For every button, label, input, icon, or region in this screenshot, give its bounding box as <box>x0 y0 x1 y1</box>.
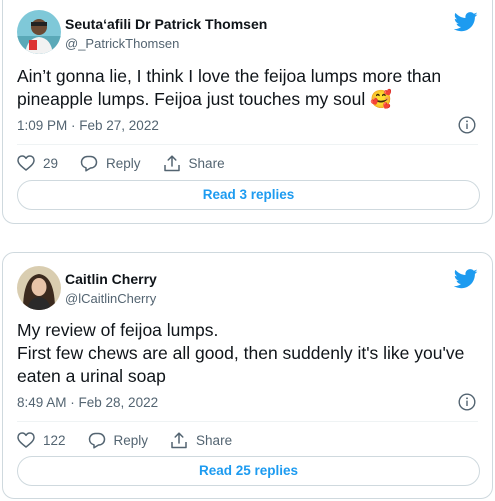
heart-icon <box>17 432 35 448</box>
author-handle[interactable]: @_PatrickThomsen <box>65 36 179 51</box>
tweet-text: Ain’t gonna lie, I think I love the feij… <box>17 66 442 109</box>
share-icon <box>163 154 180 171</box>
info-icon[interactable] <box>458 116 476 134</box>
reply-label: Reply <box>113 432 149 448</box>
read-replies-button[interactable]: Read 25 replies <box>17 456 480 486</box>
timestamp[interactable]: 1:09 PM · Feb 27, 2022 <box>17 118 159 133</box>
reply-button[interactable]: Reply <box>88 432 149 449</box>
tweet-text-line: First few chews are all good, then sudde… <box>17 343 465 386</box>
author-handle[interactable]: @lCaitlinCherry <box>65 291 156 306</box>
reply-label: Reply <box>106 155 141 171</box>
reply-bubble-icon <box>80 155 98 172</box>
avatar[interactable] <box>17 266 61 310</box>
divider <box>17 421 478 422</box>
like-count: 29 <box>43 155 59 171</box>
timestamp[interactable]: 8:49 AM · Feb 28, 2022 <box>17 395 158 410</box>
twitter-bird-icon[interactable] <box>454 269 478 289</box>
tweet-card: Seutaʻafili Dr Patrick Thomsen @_Patrick… <box>2 0 493 224</box>
reply-button[interactable]: Reply <box>80 155 141 172</box>
info-icon[interactable] <box>458 393 476 411</box>
author-name[interactable]: Seutaʻafili Dr Patrick Thomsen <box>65 16 267 32</box>
tweet-text-line: My review of feijoa lumps. <box>17 320 219 340</box>
like-count: 122 <box>43 432 66 448</box>
action-bar: 29 Reply Share <box>17 153 247 173</box>
like-button[interactable]: 122 <box>17 432 66 448</box>
heart-icon <box>17 155 35 171</box>
read-replies-button[interactable]: Read 3 replies <box>17 180 480 210</box>
share-icon <box>171 431 187 448</box>
share-label: Share <box>188 155 225 171</box>
tweet-card: Caitlin Cherry @lCaitlinCherry My review… <box>2 252 493 499</box>
tweet-text: My review of feijoa lumps. First few che… <box>17 319 482 388</box>
author-name[interactable]: Caitlin Cherry <box>65 271 157 287</box>
avatar[interactable] <box>17 10 61 54</box>
share-button[interactable]: Share <box>163 154 225 172</box>
like-button[interactable]: 29 <box>17 155 58 171</box>
divider <box>17 144 478 145</box>
share-label: Share <box>196 432 233 448</box>
share-button[interactable]: Share <box>170 431 233 449</box>
reply-bubble-icon <box>88 432 105 449</box>
action-bar: 122 Reply Share <box>17 430 254 450</box>
twitter-bird-icon[interactable] <box>454 12 478 32</box>
